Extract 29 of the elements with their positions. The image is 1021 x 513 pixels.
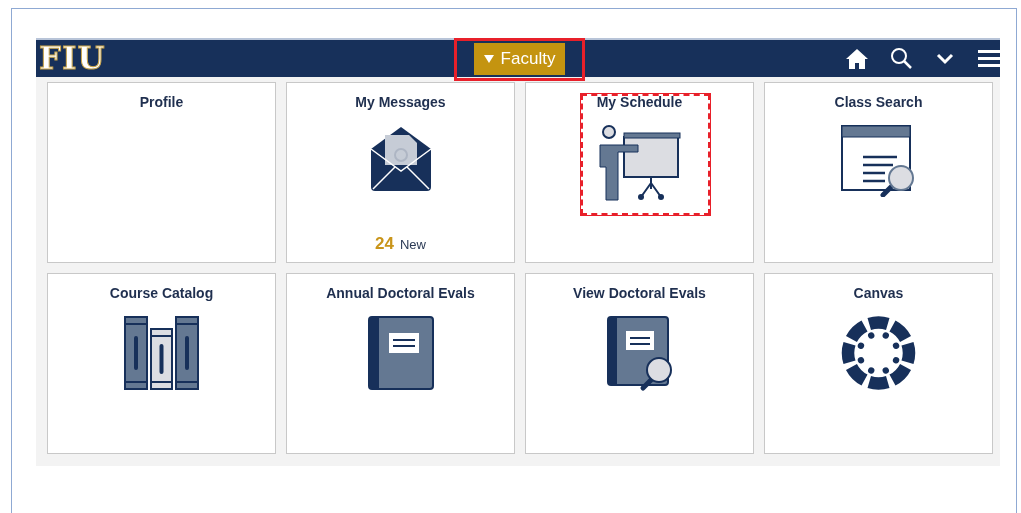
presenter-icon — [597, 125, 682, 201]
count-label: New — [399, 235, 426, 254]
home-icon[interactable] — [845, 47, 869, 71]
tile-title: Canvas — [853, 285, 904, 301]
envelope-icon — [368, 125, 433, 191]
tile-card[interactable]: View Doctoral Evals — [525, 273, 754, 454]
tile-title: My Schedule — [596, 94, 683, 110]
tile-card[interactable]: My Schedule — [525, 82, 754, 263]
tile-card[interactable]: Canvas — [764, 273, 993, 454]
tile-card[interactable]: My Messages 24 New — [286, 82, 515, 263]
tile-card[interactable]: Annual Doctoral Evals — [286, 273, 515, 454]
caret-icon — [483, 55, 494, 63]
tile-title: Annual Doctoral Evals — [326, 285, 475, 301]
tile-card[interactable]: Class Search — [764, 82, 993, 263]
logo: FIU — [38, 40, 106, 76]
tile-title: Profile — [139, 94, 184, 110]
tile-title: View Doctoral Evals — [573, 285, 706, 301]
search-icon[interactable] — [890, 47, 914, 71]
message-count: 24 — [375, 232, 394, 255]
tile-card[interactable]: Course Catalog — [47, 273, 276, 454]
tile-title: Course Catalog — [109, 285, 214, 301]
tile-title: My Messages — [355, 94, 446, 110]
search-document-icon — [841, 125, 916, 197]
books-icon — [124, 316, 199, 390]
notebook-icon — [367, 316, 434, 390]
tile-title: Class Search — [834, 94, 923, 110]
canvas-logo-icon — [841, 316, 916, 390]
tile-card[interactable]: Profile — [47, 82, 276, 263]
notebook-search-icon — [606, 316, 673, 392]
